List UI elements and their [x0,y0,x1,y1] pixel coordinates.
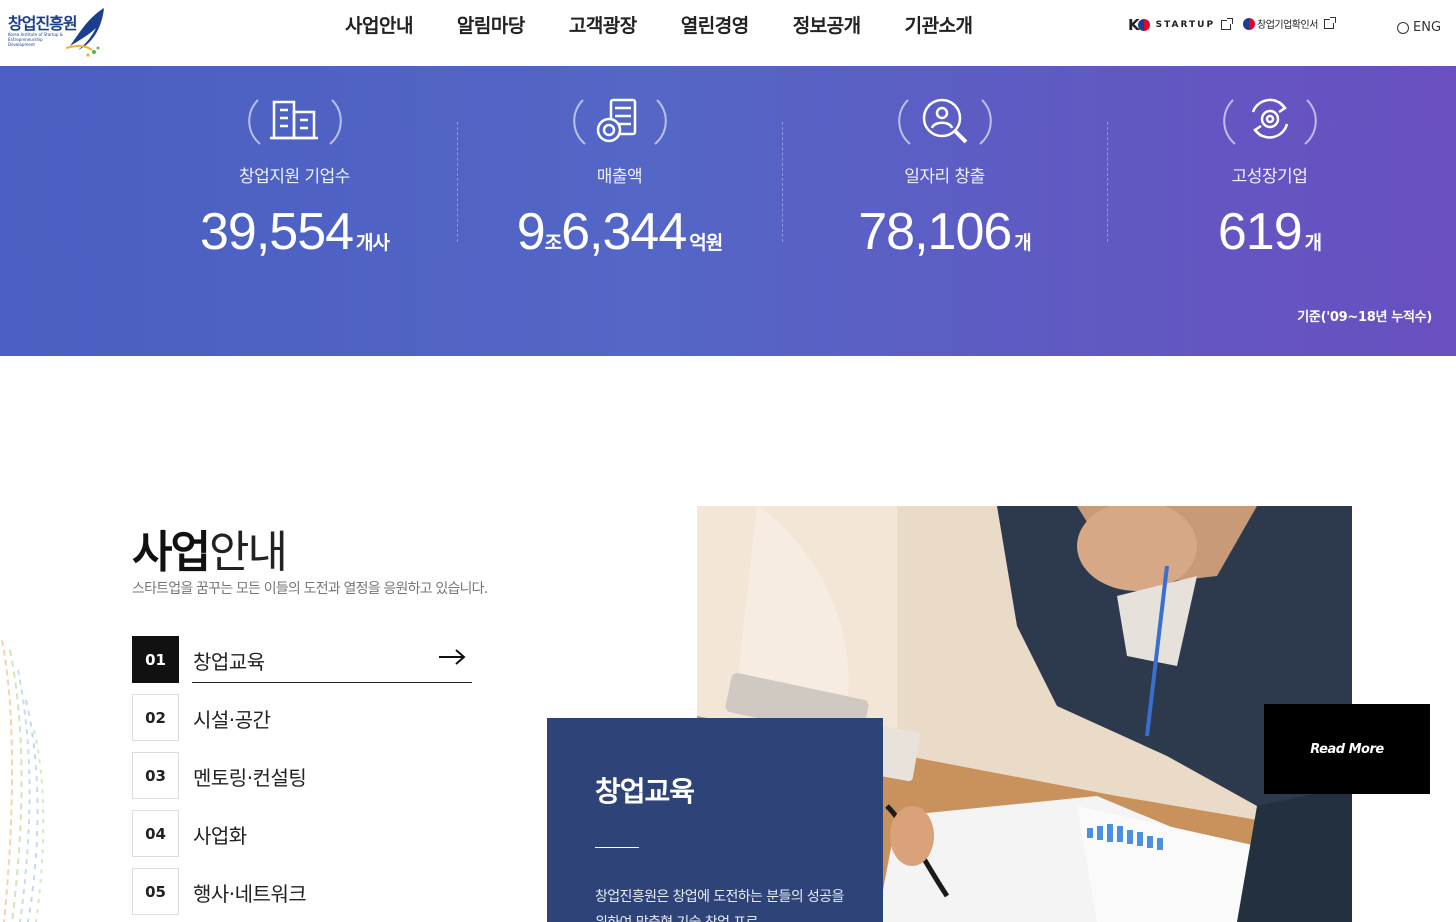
kstartup-text: STARTUP [1155,20,1216,30]
read-more-button[interactable]: Read More [1264,704,1430,794]
laurel-icon [240,92,350,152]
stat-value: 619 개 [1107,202,1432,262]
stat-startups: 창업지원 기업수 39,554 개사 [132,66,457,316]
menu-item-label: 사업화 [193,824,247,848]
stat-number: 619 [1217,203,1303,261]
stat-unit: 억원 [689,233,723,254]
menu-item-number: 05 [132,868,179,915]
stat-number: 6,344 [561,203,687,261]
taegeuk-icon [1243,17,1255,30]
business-menu-item[interactable]: 01 창업교육 [132,636,472,684]
logo-bird-icon [65,8,104,57]
stat-label: 고성장기업 [1231,167,1308,187]
stat-jobs: 일자리 창출 78,106 개 [782,66,1107,316]
kstartup-o-icon [1137,19,1150,31]
business-title-light: 안내 [208,527,288,578]
business-menu-item[interactable]: 02 시설·공간 [132,694,472,742]
logo[interactable]: 창업진흥원 Korea Institute of Startup & Entre… [6,6,106,58]
menu-item-number: 01 [132,636,179,683]
nav-disclosure[interactable]: 정보공개 [793,11,861,38]
business-menu-item[interactable]: 04 사업화 [132,810,472,858]
stat-value: 9조6,344 억원 [457,202,782,262]
laurel-icon [565,92,675,152]
menu-item-number: 02 [132,694,179,741]
stat-number: 9 [516,203,546,261]
nav-business[interactable]: 사업안내 [345,11,413,38]
kstartup-link[interactable]: K STARTUP [1128,16,1234,34]
menu-item-label: 시설·공간 [193,708,271,732]
coins-icon [596,98,636,143]
decorative-lines [1,640,45,922]
menu-item-number: 03 [132,752,179,799]
business-title: 사업안내 [132,516,288,580]
business-title-bold: 사업 [132,527,211,578]
stat-label: 창업지원 기업수 [239,167,350,187]
business-menu: 01 창업교육 02 시설·공간 03 멘토링·컨설팅 04 사업화 05 행사… [132,636,472,922]
building-icon [269,100,318,140]
stat-revenue: 매출액 9조6,344 억원 [457,66,782,316]
nav-notice[interactable]: 알림마당 [457,11,525,38]
stat-value: 78,106 개 [782,202,1107,262]
card-description: 창업진흥원은 창업에 도전하는 분들의 성공을 위하여 맞춤형 기술 창업 프로 [595,889,844,922]
cert-label: 창업기업확인서 [1257,20,1318,31]
stat-label: 일자리 창출 [904,167,985,187]
stat-unit: 개 [1014,233,1032,254]
nav-open-management[interactable]: 열린경영 [681,11,749,38]
laurel-icon [890,92,1000,152]
startup-cert-link[interactable]: 창업기업확인서 [1243,16,1336,31]
business-card: 창업교육 창업진흥원은 창업에 도전하는 분들의 성공을 위하여 맞춤형 기술 … [547,718,883,922]
stat-number: 78,106 [858,203,1012,261]
stat-mid-unit: 조 [544,233,563,254]
site-header: 창업진흥원 Korea Institute of Startup & Entre… [0,0,1456,66]
stat-label: 매출액 [596,167,643,187]
external-link-icon [1323,16,1336,29]
nav-about[interactable]: 기관소개 [905,11,973,38]
target-growth-icon [1251,98,1288,139]
business-menu-item[interactable]: 05 행사·네트워크 [132,868,472,916]
stat-unit: 개 [1304,233,1323,254]
business-subtitle: 스타트업을 꿈꾸는 모든 이들의 도전과 열정을 응원하고 있습니다. [132,581,488,597]
language-link[interactable]: ENG [1397,20,1441,35]
menu-item-underline [192,682,472,683]
menu-item-label: 멘토링·컨설팅 [193,766,307,790]
menu-item-label: 창업교육 [193,650,265,674]
stat-number: 39,554 [199,203,354,261]
menu-item-label: 행사·네트워크 [193,882,307,906]
business-menu-item[interactable]: 03 멘토링·컨설팅 [132,752,472,800]
stat-value: 39,554 개사 [132,202,457,262]
external-link-icon [1221,18,1234,30]
nav-customer[interactable]: 고객광장 [569,11,637,38]
lang-label: ENG [1413,20,1442,35]
stat-unit: 개사 [356,233,390,254]
card-title: 창업교육 [595,775,695,808]
stats-basis-note: 기준('09~18년 누적수) [1297,310,1432,325]
person-search-icon [922,98,967,144]
globe-icon [1397,21,1409,34]
arrow-right-icon [439,649,466,665]
main-nav: 사업안내 알림마당 고객광장 열린경영 정보공개 기관소개 [345,11,1017,38]
stat-high-growth: 고성장기업 619 개 [1107,66,1432,316]
menu-item-number: 04 [132,810,179,857]
card-divider [595,847,639,848]
stats-band: 창업지원 기업수 39,554 개사 매출액 9조6,344 억원 일자리 창출… [0,66,1456,356]
laurel-icon [1215,92,1325,152]
